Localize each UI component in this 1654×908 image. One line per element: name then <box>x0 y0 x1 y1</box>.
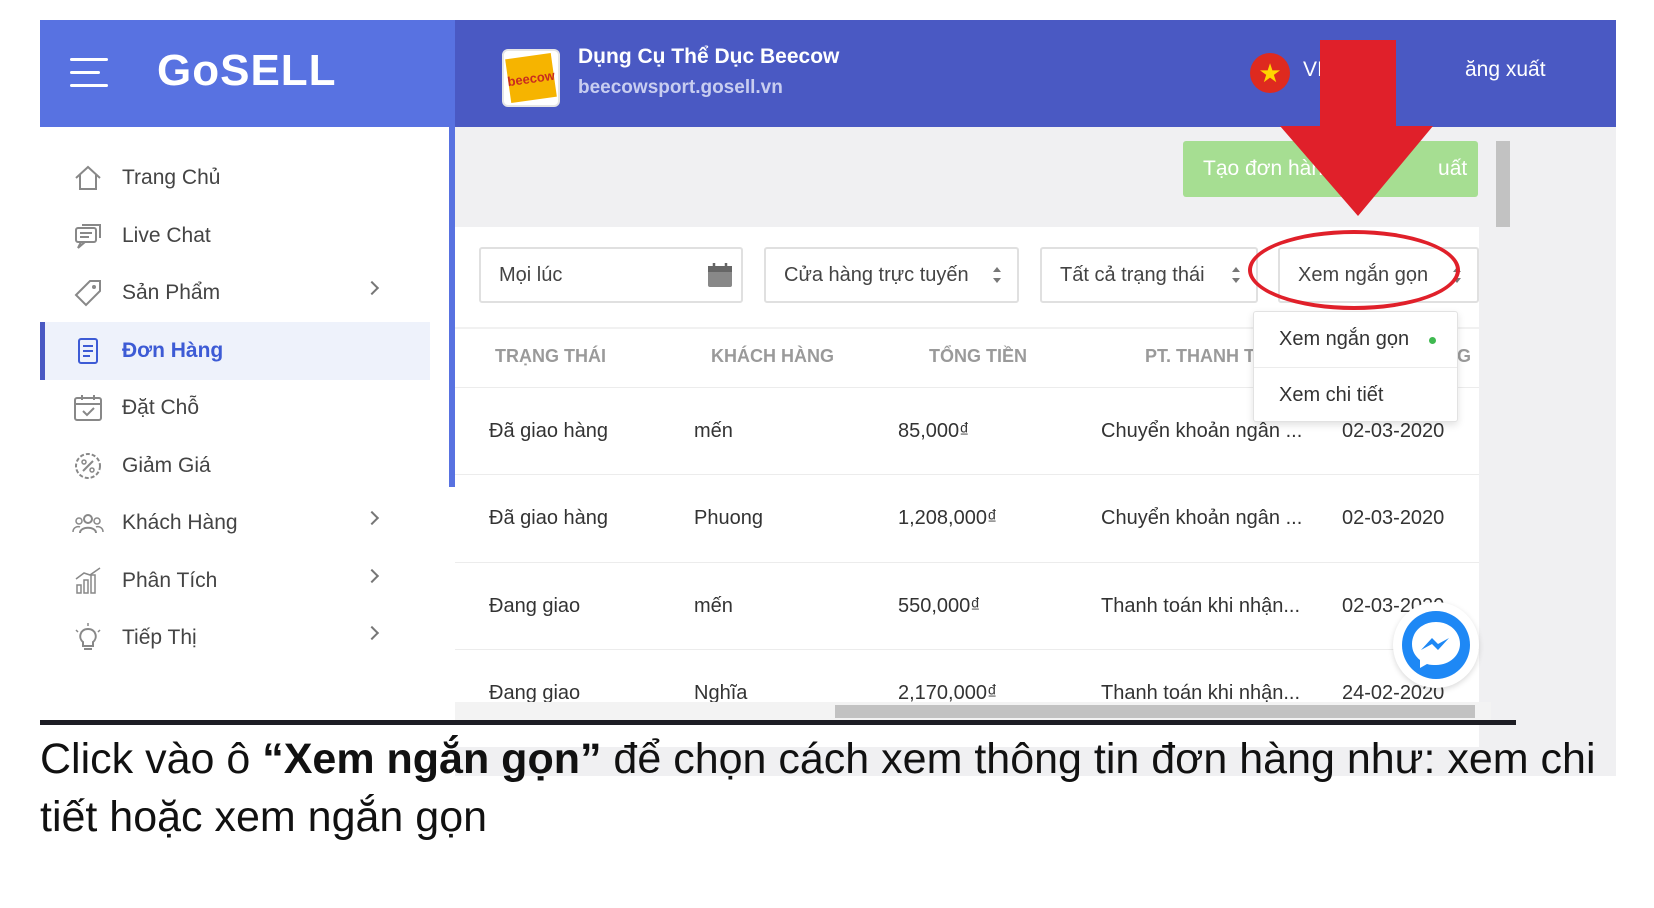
status-filter[interactable]: Tất cả trạng thái <box>1040 247 1258 303</box>
sidebar-item-label: Đặt Chỗ <box>122 396 200 419</box>
sidebar-item-label: Tiếp Thị <box>122 626 197 649</box>
cell-date: 02-03-2020 <box>1342 507 1445 529</box>
calendar-icon <box>708 263 732 287</box>
instruction-caption: Click vào ô “Xem ngắn gọn” để chọn cách … <box>40 730 1600 846</box>
users-icon <box>72 514 104 534</box>
row-divider <box>455 474 1479 475</box>
cell-customer: mến <box>694 420 733 442</box>
cell-status: Đã giao hàng <box>489 507 608 529</box>
cell-customer: Phuong <box>694 507 763 529</box>
sort-updown-icon <box>993 267 1001 285</box>
brand-bar: GoSELL <box>40 20 455 127</box>
gosell-logo[interactable]: GoSELL <box>157 46 337 96</box>
sort-updown-icon <box>1232 267 1240 285</box>
red-arrow-icon <box>1280 40 1433 216</box>
cell-date: 02-03-2020 <box>1342 420 1445 442</box>
cell-customer: mến <box>694 595 733 617</box>
cell-payment: Chuyển khoản ngân ... <box>1101 507 1303 529</box>
status-filter-value: Tất cả trạng thái <box>1060 263 1205 286</box>
channel-filter[interactable]: Cửa hàng trực tuyến <box>764 247 1019 303</box>
sidebar-item-live-chat[interactable]: Live Chat <box>40 207 430 265</box>
chevron-right-icon <box>364 568 380 584</box>
cell-status: Đang giao <box>489 595 581 617</box>
analytics-icon <box>75 567 101 594</box>
sidebar-item-dat-cho[interactable]: Đặt Chỗ <box>40 379 430 437</box>
time-filter-value: Mọi lúc <box>499 263 563 286</box>
sidebar-item-label: Đơn Hàng <box>122 339 224 362</box>
chevron-right-icon <box>364 625 380 641</box>
sidebar-item-label: Khách Hàng <box>122 511 238 534</box>
sidebar-item-label: Phân Tích <box>122 569 218 592</box>
dropdown-option-detailed[interactable]: Xem chi tiết <box>1254 368 1457 422</box>
horizontal-scrollbar[interactable] <box>455 702 1491 720</box>
lightbulb-icon <box>75 623 101 650</box>
store-url[interactable]: beecowsport.gosell.vn <box>578 77 783 99</box>
view-mode-dropdown: Xem ngắn gọn Xem chi tiết <box>1253 311 1458 422</box>
chevron-right-icon <box>364 280 380 296</box>
discount-icon <box>75 453 101 479</box>
cell-total: 85,000₫ <box>898 420 970 442</box>
caption-before: Click vào ô <box>40 735 263 783</box>
channel-filter-value: Cửa hàng trực tuyến <box>784 263 969 286</box>
sidebar-item-tiep-thi[interactable]: Tiếp Thị <box>40 609 430 667</box>
sidebar-item-label: Live Chat <box>122 224 211 247</box>
row-divider <box>455 649 1479 650</box>
tag-icon <box>74 280 101 307</box>
col-header-date[interactable]: G <box>1457 346 1471 367</box>
sidebar-item-label: Giảm Giá <box>122 454 211 477</box>
sidebar-item-khach-hang[interactable]: Khách Hàng <box>40 494 430 552</box>
sidebar-item-trang-chu[interactable]: Trang Chủ <box>40 149 430 207</box>
app-window: GoSELL beecow Dụng Cụ Thể Dục Beecow bee… <box>40 20 1616 776</box>
highlight-ellipse <box>1248 230 1460 310</box>
chat-icon <box>75 224 101 249</box>
time-filter[interactable]: Mọi lúc <box>479 247 743 303</box>
sidebar-item-phan-tich[interactable]: Phân Tích <box>40 552 430 610</box>
hamburger-menu-icon[interactable] <box>70 58 108 88</box>
chevron-right-icon <box>364 510 380 526</box>
cell-total: 1,208,000₫ <box>898 507 998 529</box>
caption-bold: “Xem ngắn gọn” <box>262 735 602 783</box>
top-header: beecow Dụng Cụ Thể Dục Beecow beecowspor… <box>455 20 1616 127</box>
col-header-customer[interactable]: KHÁCH HÀNG <box>711 346 834 367</box>
export-label: uất <box>1438 157 1468 180</box>
messenger-icon <box>1402 611 1470 679</box>
cell-payment: Thanh toán khi nhận... <box>1101 595 1301 617</box>
sidebar-item-label: Sản Phẩm <box>122 281 221 304</box>
home-icon <box>75 165 101 190</box>
col-header-total[interactable]: TỔNG TIỀN <box>929 346 1027 367</box>
scrollbar-thumb[interactable] <box>835 705 1475 718</box>
dropdown-option-compact[interactable]: Xem ngắn gọn <box>1254 312 1457 366</box>
store-name: Dụng Cụ Thể Dục Beecow <box>578 45 840 68</box>
sidebar-item-san-pham[interactable]: Sản Phẩm <box>40 264 430 322</box>
sidebar: Trang Chủ Live Chat Sản Phẩm Đơn Hàng Đặ… <box>40 127 455 776</box>
scrollbar-thumb[interactable] <box>1496 141 1510 227</box>
dropdown-option-label: Xem ngắn gọn <box>1279 327 1410 350</box>
sidebar-item-label: Trang Chủ <box>122 166 221 189</box>
cell-status: Đã giao hàng <box>489 420 608 442</box>
cell-total: 550,000₫ <box>898 595 981 617</box>
sidebar-item-don-hang[interactable]: Đơn Hàng <box>40 322 430 380</box>
messenger-button[interactable] <box>1393 602 1479 688</box>
col-header-status[interactable]: TRẠNG THÁI <box>495 346 606 367</box>
cell-payment: Chuyển khoản ngân ... <box>1101 420 1303 442</box>
sidebar-item-giam-gia[interactable]: Giảm Giá <box>40 437 430 495</box>
window-bottom-border <box>40 720 1516 725</box>
row-divider <box>455 562 1479 563</box>
store-logo-text: beecow <box>505 53 557 103</box>
store-logo: beecow <box>502 49 560 107</box>
order-icon <box>78 338 98 364</box>
logout-link[interactable]: ăng xuất <box>1465 58 1546 82</box>
dropdown-option-label: Xem chi tiết <box>1279 383 1384 406</box>
calendar-check-icon <box>74 395 102 421</box>
selected-dot-icon <box>1429 337 1436 344</box>
vertical-scrollbar[interactable] <box>1491 127 1513 712</box>
